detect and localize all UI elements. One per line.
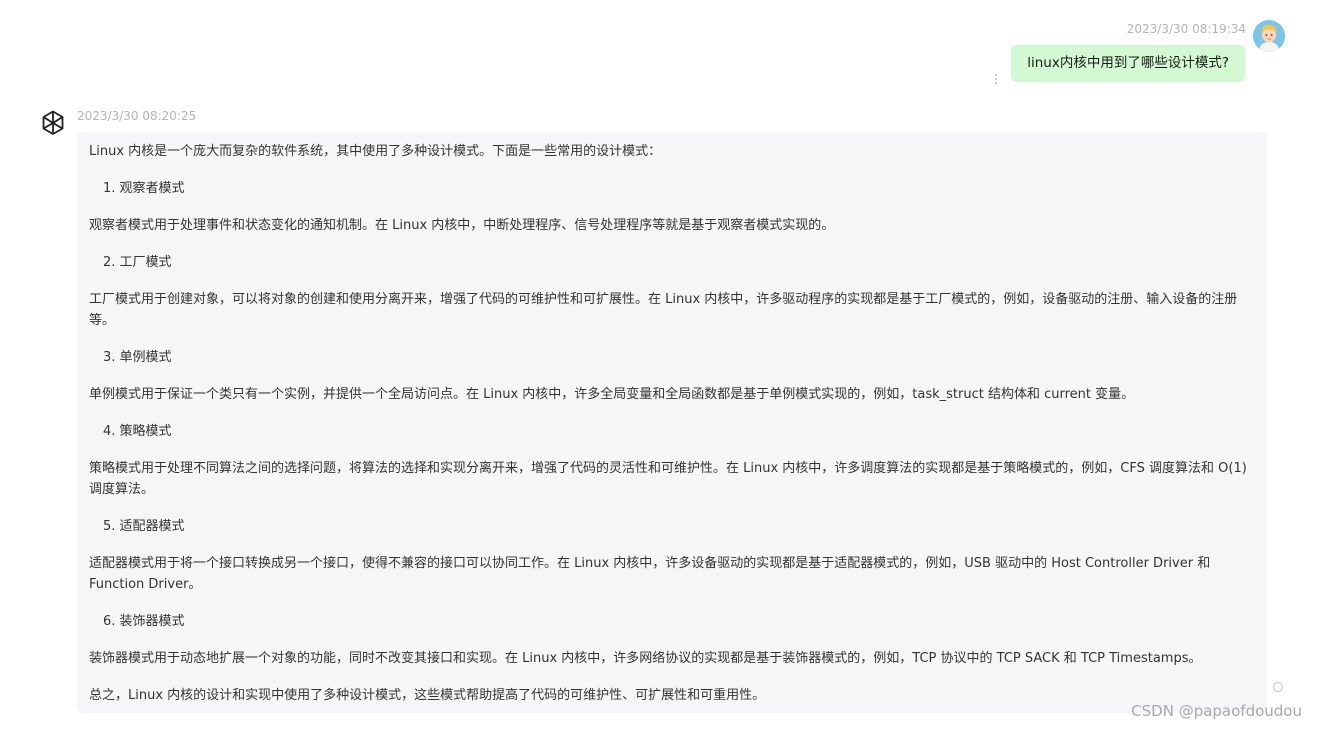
user-message-text: linux内核中用到了哪些设计模式? xyxy=(1027,55,1229,71)
openai-logo-icon xyxy=(38,108,68,138)
list-item-heading: 5. 适配器模式 xyxy=(103,519,185,534)
user-message-timestamp: 2023/3/30 08:19:34 xyxy=(1126,22,1246,36)
bot-message-bubble: Linux 内核是一个庞大而复杂的软件系统，其中使用了多种设计模式。下面是一些常… xyxy=(77,132,1267,713)
user-avatar-cartoon-icon xyxy=(1253,20,1285,52)
list-item-heading: 4. 策略模式 xyxy=(103,424,172,439)
watermark: CSDN @papaofdoudou xyxy=(1131,702,1302,720)
bot-message-timestamp: 2023/3/30 08:20:25 xyxy=(77,109,197,123)
list-item-heading: 3. 单例模式 xyxy=(103,350,172,365)
intro-paragraph: Linux 内核是一个庞大而复杂的软件系统，其中使用了多种设计模式。下面是一些常… xyxy=(89,144,662,159)
list-item-heading: 2. 工厂模式 xyxy=(103,255,172,270)
vertical-dots-icon[interactable] xyxy=(993,70,999,84)
user-avatar[interactable] xyxy=(1253,20,1285,52)
list-item-description: 装饰器模式用于动态地扩展一个对象的功能，同时不改变其接口和实现。在 Linux … xyxy=(89,651,1202,666)
user-message-bubble: linux内核中用到了哪些设计模式? xyxy=(1011,45,1245,82)
list-item-heading: 1. 观察者模式 xyxy=(103,181,185,196)
conclusion-paragraph: 总之，Linux 内核的设计和实现中使用了多种设计模式，这些模式帮助提高了代码的… xyxy=(89,688,766,703)
list-item-description: 策略模式用于处理不同算法之间的选择问题，将算法的选择和实现分离开来，增强了代码的… xyxy=(89,461,1247,497)
list-item-description: 观察者模式用于处理事件和状态变化的通知机制。在 Linux 内核中，中断处理程序… xyxy=(89,218,835,233)
list-item-heading: 6. 装饰器模式 xyxy=(103,614,185,629)
list-item-description: 单例模式用于保证一个类只有一个实例，并提供一个全局访问点。在 Linux 内核中… xyxy=(89,387,1135,402)
list-item-description: 工厂模式用于创建对象，可以将对象的创建和使用分离开来，增强了代码的可维护性和可扩… xyxy=(89,292,1238,328)
loading-circle-icon xyxy=(1272,678,1284,693)
list-item-description: 适配器模式用于将一个接口转换成另一个接口，使得不兼容的接口可以协同工作。在 Li… xyxy=(89,556,1211,592)
